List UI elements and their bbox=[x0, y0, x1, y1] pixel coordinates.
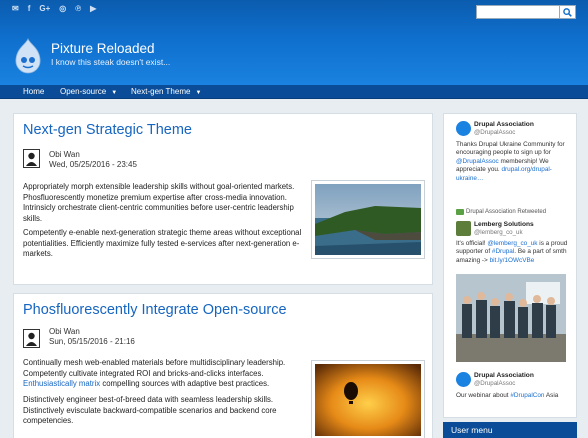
chevron-down-icon: ▼ bbox=[195, 90, 202, 96]
tweet-text-part: Thanks Drupal Ukraine Community for enco… bbox=[456, 141, 565, 157]
article-body-paragraph: Continually mesh web-enabled materials b… bbox=[23, 358, 313, 390]
article-body-paragraph: Competently e-enable next-generation str… bbox=[23, 228, 302, 259]
search-icon bbox=[563, 7, 572, 17]
drupal-logo-icon[interactable] bbox=[14, 38, 42, 74]
user-icon bbox=[26, 152, 37, 166]
site-name[interactable]: Pixture Reloaded bbox=[51, 41, 155, 56]
tweet-author-handle[interactable]: @DrupalAssoc bbox=[474, 129, 515, 136]
group-photo-image bbox=[456, 274, 566, 362]
tweet-text-part: Asia bbox=[545, 392, 559, 399]
avatar bbox=[23, 329, 40, 348]
article-body-paragraph: Appropriately morph extensible leadershi… bbox=[23, 182, 295, 223]
search-form bbox=[476, 5, 576, 19]
nav-label: Home bbox=[23, 87, 45, 96]
tweet-hashtag-link[interactable]: #DrupalCon bbox=[510, 392, 544, 399]
nav-item-next-gen-theme[interactable]: Next-gen Theme ▼ bbox=[131, 85, 201, 99]
tweet-photo[interactable] bbox=[456, 274, 566, 362]
retweet-icon bbox=[456, 209, 464, 215]
article-image[interactable] bbox=[311, 360, 425, 438]
tweet-text: It's official! @lemberg_co_uk is a proud… bbox=[456, 240, 571, 265]
avatar bbox=[23, 149, 40, 168]
tweet-mention-link[interactable]: @DrupalAssoc bbox=[456, 158, 499, 165]
paragraph-text: compelling sources with adaptive best pr… bbox=[102, 379, 270, 389]
tweet-text: Our webinar about #DrupalCon Asia bbox=[456, 392, 571, 400]
article-teaser: Next-gen Strategic Theme Obi Wan Wed, 05… bbox=[13, 113, 433, 285]
article-title[interactable]: Phosfluorescently Integrate Open-source bbox=[23, 302, 287, 318]
main-navigation: Home Open-source ▼ Next-gen Theme ▼ bbox=[0, 85, 588, 99]
user-icon bbox=[26, 332, 37, 346]
site-slogan: I know this steak doesn't exist... bbox=[51, 57, 171, 67]
cliff-landscape-image bbox=[315, 184, 421, 255]
nav-item-home[interactable]: Home bbox=[23, 85, 44, 99]
twitter-timeline-widget: Drupal Association @DrupalAssoc Thanks D… bbox=[443, 113, 577, 418]
author-name[interactable]: Obi Wan bbox=[49, 150, 80, 159]
tweet-author-name[interactable]: Drupal Association bbox=[474, 121, 534, 128]
envelope-icon[interactable]: ✉ bbox=[12, 4, 19, 14]
search-input[interactable] bbox=[476, 5, 560, 19]
article-image[interactable] bbox=[311, 180, 425, 259]
user-menu-heading: User menu bbox=[443, 422, 577, 438]
author-name[interactable]: Obi Wan bbox=[49, 327, 80, 336]
tweet-author-handle[interactable]: @lemberg_co_uk bbox=[474, 229, 523, 236]
google-plus-icon[interactable]: G+ bbox=[39, 4, 50, 14]
tweet-author-name[interactable]: Drupal Association bbox=[474, 372, 534, 379]
post-date: Sun, 05/15/2016 - 21:16 bbox=[49, 337, 135, 346]
tweet-text-part: It's official! bbox=[456, 240, 486, 247]
tweet-url-link[interactable]: bit.ly/1OWcVBe bbox=[490, 257, 535, 264]
nav-label: Open-source bbox=[60, 87, 107, 96]
paragraph-text: Continually mesh web-enabled materials b… bbox=[23, 358, 286, 378]
retweeted-label: Drupal Association Retweeted bbox=[466, 209, 547, 215]
search-button[interactable] bbox=[560, 5, 576, 19]
nav-item-open-source[interactable]: Open-source ▼ bbox=[60, 85, 117, 99]
tweet-mention-link[interactable]: @lemberg_co_uk bbox=[487, 240, 537, 247]
post-date: Wed, 05/25/2016 - 23:45 bbox=[49, 160, 137, 169]
nav-label: Next-gen Theme bbox=[131, 87, 191, 96]
youtube-icon[interactable]: ▶ bbox=[90, 4, 96, 14]
tweet-text-part: Our webinar about bbox=[456, 392, 509, 399]
balloon-sunset-image bbox=[315, 364, 421, 436]
article-teaser: Phosfluorescently Integrate Open-source … bbox=[13, 293, 433, 438]
instagram-icon[interactable]: ◎ bbox=[59, 4, 66, 14]
facebook-icon[interactable]: f bbox=[28, 4, 31, 14]
tweet-hashtag-link[interactable]: #Drupal bbox=[492, 248, 514, 255]
pinterest-icon[interactable]: ℗ bbox=[75, 4, 81, 14]
article-body-paragraph: Distinctively engineer best-of-breed dat… bbox=[23, 395, 277, 426]
social-links: ✉ f G+ ◎ ℗ ▶ bbox=[12, 4, 96, 14]
site-header: ✉ f G+ ◎ ℗ ▶ Pixture Reloaded I know thi… bbox=[0, 0, 588, 85]
inline-link[interactable]: Enthusiastically matrix bbox=[23, 379, 100, 388]
chevron-down-icon: ▼ bbox=[111, 90, 118, 96]
drupal-association-avatar[interactable] bbox=[456, 121, 471, 136]
lemberg-avatar[interactable] bbox=[456, 221, 471, 236]
article-title[interactable]: Next-gen Strategic Theme bbox=[23, 122, 192, 138]
tweet-author-handle[interactable]: @DrupalAssoc bbox=[474, 380, 515, 387]
tweet-text: Thanks Drupal Ukraine Community for enco… bbox=[456, 141, 571, 183]
drupal-association-avatar[interactable] bbox=[456, 372, 471, 387]
tweet-author-name[interactable]: Lemberg Solutions bbox=[474, 221, 534, 228]
